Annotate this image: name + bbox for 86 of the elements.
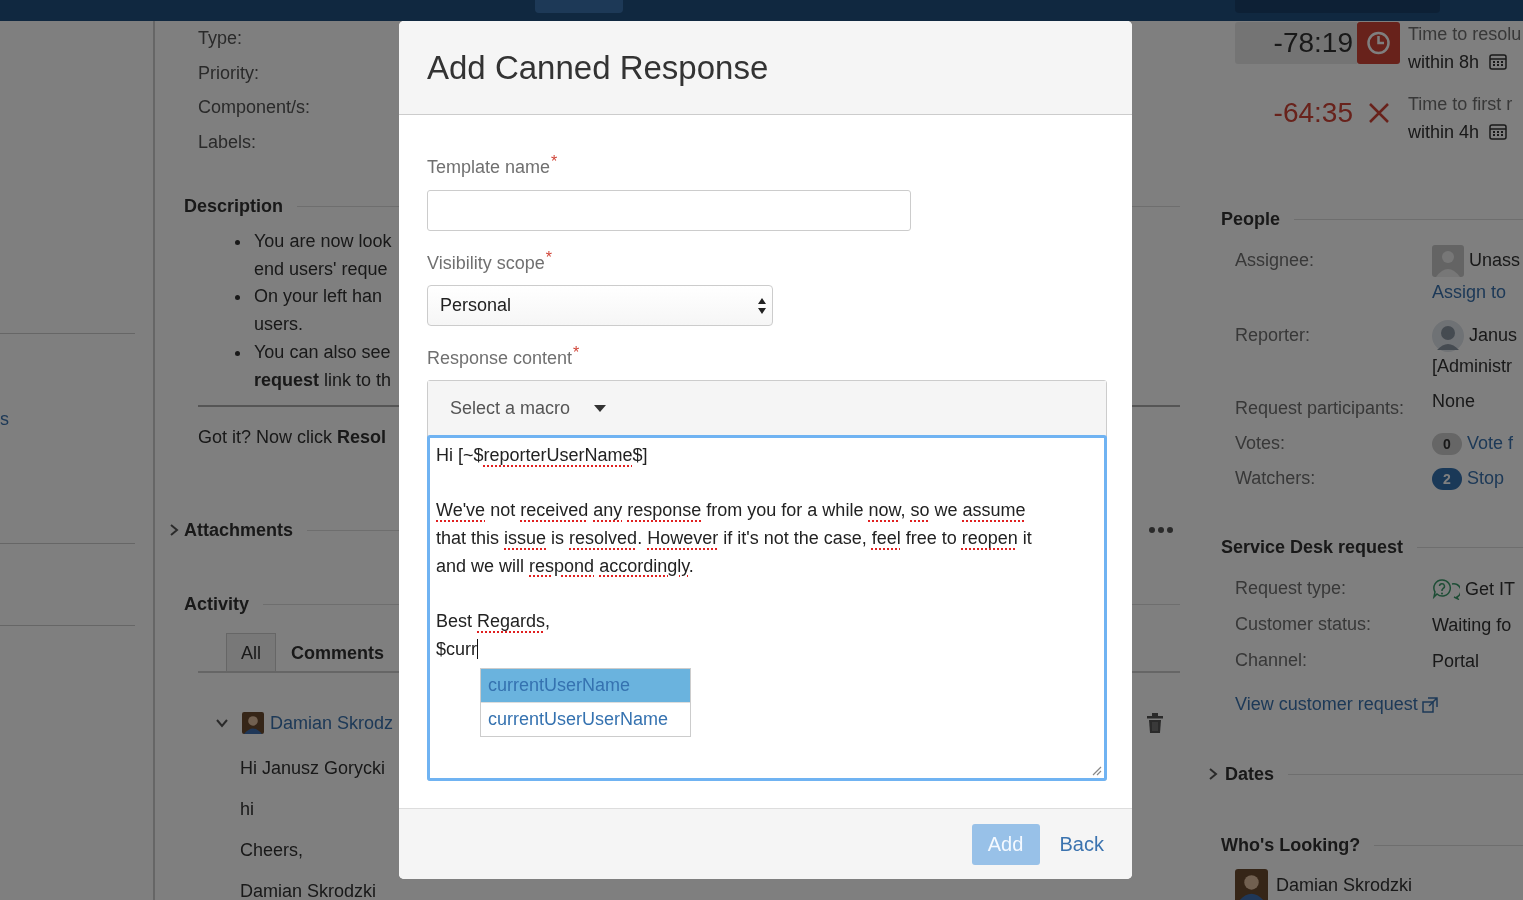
assign-link[interactable]: Assign to [1432, 278, 1523, 306]
field-label: Reporter: [1235, 324, 1312, 347]
field-label: Watchers: [1235, 467, 1317, 490]
field-label: Component/s: [198, 96, 311, 119]
resize-handle-icon [1092, 766, 1102, 776]
section-heading: Dates [1225, 763, 1275, 786]
sla-name: Time to resolu [1408, 23, 1522, 46]
sla-name: Time to first r [1408, 93, 1513, 116]
field-label: Type: [198, 27, 243, 50]
required-mark: * [545, 249, 552, 266]
section-heading: Activity [184, 593, 250, 617]
comment-text: Damian Skrodzki [240, 881, 377, 900]
description-text: You are now look [254, 230, 392, 253]
question-chat-icon [1432, 578, 1460, 600]
count-badge: 0 [1432, 432, 1462, 455]
comment-text: hi [240, 799, 254, 820]
sla-goal-text: within 8h [1408, 51, 1480, 74]
field-value: Portal [1432, 650, 1480, 672]
section-heading: Attachments [184, 519, 294, 543]
sla-timer: -64:35 [1272, 96, 1354, 130]
bullet-icon [235, 295, 240, 301]
field-label: Votes: [1235, 432, 1287, 455]
section-heading: Service Desk request [1221, 536, 1404, 559]
sla-goal-text: within 4h [1408, 121, 1480, 144]
field-label: Channel: [1235, 649, 1309, 672]
field-label: Labels: [198, 130, 257, 154]
user-avatar-icon [1432, 244, 1464, 277]
action-link[interactable]: Vote f [1467, 433, 1514, 454]
user-role: [Administr [1432, 355, 1513, 378]
user-name: Damian Skrodzki [1276, 875, 1413, 896]
suggestion-item[interactable]: currentUserUserName [481, 702, 690, 736]
action-link[interactable]: Stop [1467, 468, 1505, 489]
section-heading: Description [184, 195, 284, 218]
activity-tab[interactable]: Comments [276, 633, 400, 672]
description-text: users. [254, 313, 304, 337]
field-value: Waiting fo [1432, 614, 1512, 636]
sort-arrows-icon [757, 296, 767, 315]
field-label: Request type: [1235, 577, 1348, 600]
sla-timer: -78:19 [1235, 22, 1357, 64]
caret-icon [594, 404, 607, 412]
calendar-icon [1489, 53, 1508, 71]
description-text: You can also see [254, 340, 391, 364]
back-link[interactable]: Back [1059, 832, 1104, 856]
section-heading: Who's Looking? [1221, 834, 1361, 857]
nav-link[interactable]: s [0, 408, 9, 430]
dialog-title: Add Canned Response [427, 48, 769, 87]
calendar-icon [1489, 123, 1508, 141]
chevron-right-icon[interactable] [168, 524, 180, 537]
field-label: Request participants: [1235, 397, 1406, 420]
external-link-icon [1421, 696, 1438, 713]
user-name: Janus [1469, 325, 1518, 346]
bullet-icon [235, 240, 240, 245]
user-name: Unass [1469, 250, 1521, 271]
text-field[interactable] [427, 190, 911, 231]
user-avatar-icon [242, 712, 264, 735]
description-text: Got it? Now click Resol [198, 426, 387, 450]
chevron-right-icon[interactable] [1207, 768, 1219, 780]
description-text: On your left han [254, 285, 383, 309]
more-icon [1149, 527, 1173, 534]
trash-icon [1147, 713, 1163, 734]
description-text: request link to th [254, 368, 392, 392]
comment-text: Hi Janusz Gorycki [240, 758, 386, 779]
required-mark: * [573, 344, 580, 361]
field-label: Assignee: [1235, 249, 1316, 272]
activity-tab[interactable]: All [226, 633, 276, 672]
field-label: Priority: [198, 61, 259, 85]
bullet-icon [235, 350, 240, 356]
clock-icon [1357, 22, 1400, 64]
field-label: Customer status: [1235, 613, 1373, 636]
field-label: Response content [427, 348, 573, 368]
scope-select[interactable]: Personal [427, 285, 773, 326]
comment-text: Cheers, [240, 840, 304, 861]
user-avatar-icon [1432, 319, 1464, 352]
required-mark: * [551, 153, 558, 170]
count-badge: 2 [1432, 467, 1462, 490]
field-value: Get IT [1465, 578, 1515, 600]
field-label: Template name [427, 157, 551, 177]
customer-request-link[interactable]: View customer request [1235, 694, 1418, 715]
field-label: Visibility scope [427, 253, 545, 273]
section-heading: People [1221, 208, 1281, 231]
field-value: None [1432, 391, 1477, 412]
chevron-down-icon[interactable] [216, 717, 228, 730]
suggestion-item[interactable]: currentUserName [481, 669, 690, 702]
description-text: end users' reque [254, 257, 388, 281]
user-avatar-icon [1235, 869, 1268, 900]
macro-dropdown[interactable]: Select a macro [434, 383, 619, 433]
